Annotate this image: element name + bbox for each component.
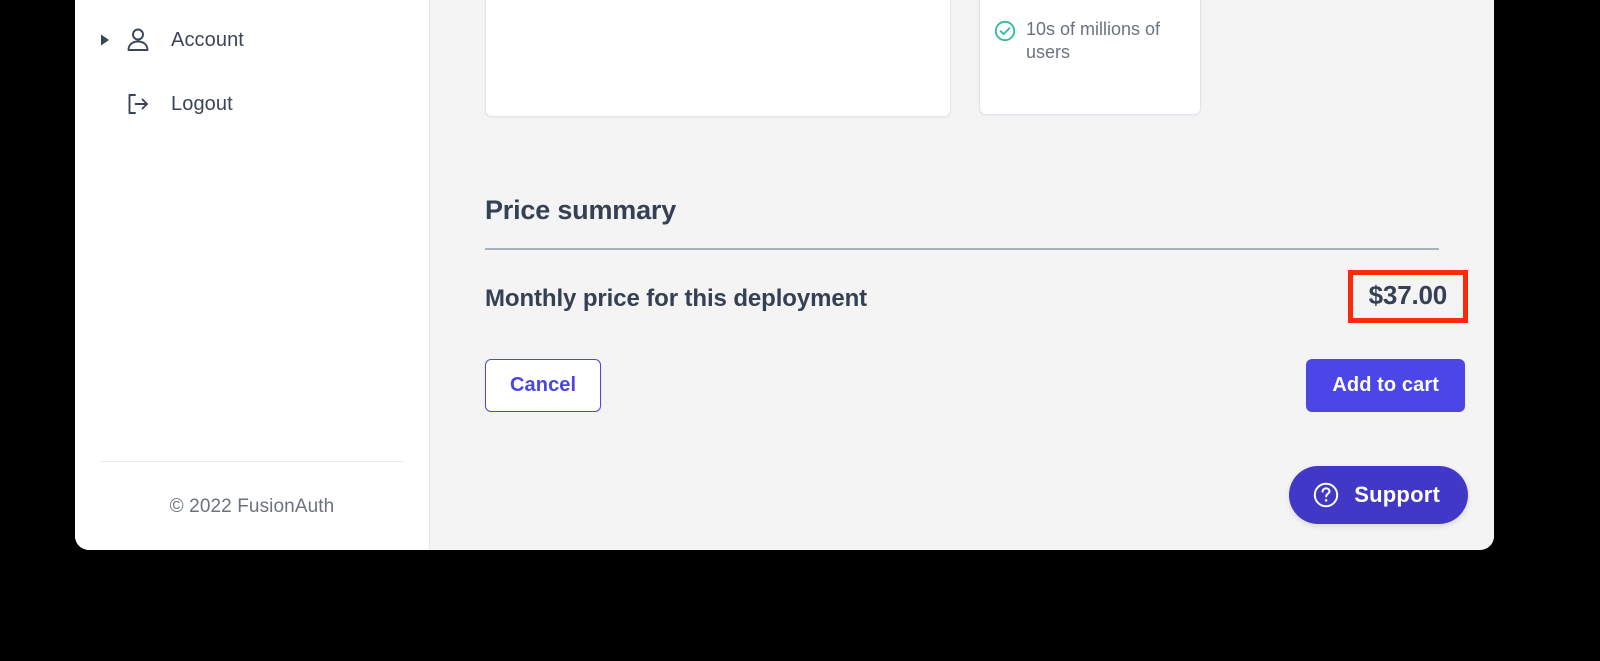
sidebar-divider — [101, 461, 403, 462]
price-row-label: Monthly price for this deployment — [485, 284, 868, 312]
app-window: Account Logout © 2022 FusionAuth 10s of … — [75, 0, 1494, 550]
logout-icon — [123, 90, 153, 118]
price-summary-title: Price summary — [485, 195, 677, 225]
feature-item-text: 50 to 150 registrations per second — [1026, 0, 1182, 4]
sidebar-item-account[interactable]: Account — [75, 8, 429, 72]
sidebar-item-logout[interactable]: Logout — [75, 72, 429, 136]
copyright-text: © 2022 FusionAuth — [169, 496, 335, 517]
deployment-details-card — [485, 0, 951, 117]
price-divider — [485, 248, 1439, 250]
support-widget-button[interactable]: Support — [1289, 466, 1468, 524]
feature-item: 10s of millions of users — [994, 18, 1182, 64]
cancel-button[interactable]: Cancel — [485, 359, 602, 412]
price-highlight-box: $37.00 — [1347, 270, 1468, 323]
main-content: 50 to 150 registrations per second 10s o… — [430, 0, 1494, 550]
check-circle-icon — [994, 20, 1016, 42]
sidebar-item-label: Account — [171, 28, 244, 51]
cards-row: 50 to 150 registrations per second 10s o… — [485, 0, 1439, 117]
question-circle-icon — [1311, 480, 1341, 510]
support-label: Support — [1354, 482, 1440, 507]
sidebar-footer: © 2022 FusionAuth — [75, 461, 429, 550]
price-summary-section: Price summary Monthly price for this dep… — [485, 195, 1468, 412]
sidebar-item-label: Logout — [171, 92, 233, 115]
user-icon — [123, 26, 153, 54]
feature-item-text: 10s of millions of users — [1026, 19, 1161, 62]
add-to-cart-button[interactable]: Add to cart — [1306, 359, 1465, 412]
price-row-value: $37.00 — [1368, 280, 1448, 310]
caret-right-icon[interactable] — [97, 34, 113, 46]
actions-row: Cancel Add to cart — [485, 359, 1465, 412]
feature-list-card: 50 to 150 registrations per second 10s o… — [979, 0, 1201, 115]
sidebar: Account Logout © 2022 FusionAuth — [75, 0, 430, 550]
sidebar-nav-list: Account Logout — [75, 0, 429, 136]
price-row: Monthly price for this deployment $37.00 — [485, 270, 1468, 323]
feature-item: 50 to 150 registrations per second — [994, 0, 1182, 4]
